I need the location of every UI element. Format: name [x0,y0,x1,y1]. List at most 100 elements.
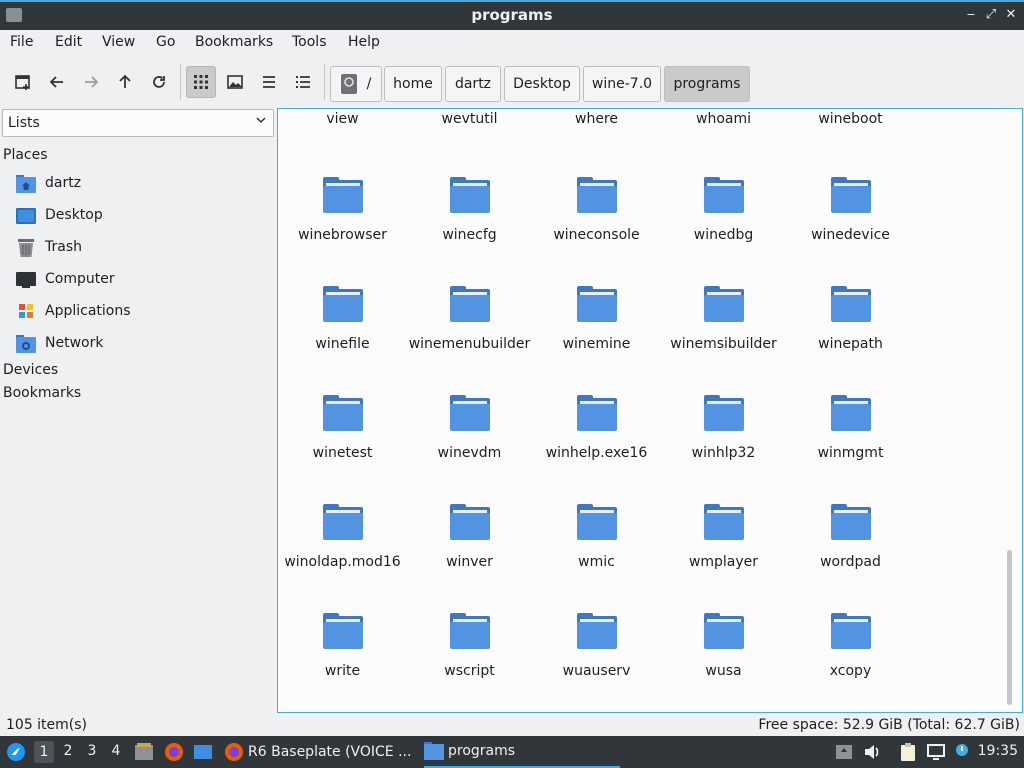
clock[interactable]: 19:35 [978,743,1018,759]
menu-tools[interactable]: Tools [292,34,327,50]
folder-item[interactable]: winedbg [661,177,786,244]
file-item[interactable]: wineboot [788,111,913,127]
folder-item[interactable]: wordpad [788,504,913,571]
folder-item[interactable]: winebrowser [280,177,405,244]
sidebar-item-computer[interactable]: Computer [16,269,266,293]
menu-bookmarks[interactable]: Bookmarks [195,34,273,50]
folder-item[interactable]: winemsibuilder [661,286,786,353]
sidebar-item-label: Trash [45,239,82,255]
window-title: programs [471,6,553,24]
folder-item[interactable]: winhlp32 [661,395,786,462]
folder-item[interactable]: winevdm [407,395,532,462]
sidebar-item-network[interactable]: Network [16,333,266,357]
volume-icon[interactable] [862,742,882,762]
path-label: Desktop [513,76,571,92]
folder-item[interactable]: winmgmt [788,395,913,462]
applications-icon [19,304,33,318]
workspace-2[interactable]: 2 [58,743,78,759]
task-programs[interactable]: programs [424,736,620,768]
folder-icon [322,613,363,649]
sidebar-item-applications[interactable]: Applications [16,301,266,325]
path-button-dartz[interactable]: dartz [445,66,501,102]
folder-item[interactable]: winefile [280,286,405,353]
folder-item[interactable]: winemenubuilder [407,286,532,353]
clipboard-icon[interactable] [898,742,918,762]
folder-item[interactable]: winepath [788,286,913,353]
minimize-button[interactable]: ‒ [962,6,980,24]
workspace-4[interactable]: 4 [106,743,126,759]
folder-name: wmplayer [688,554,759,570]
folder-item[interactable]: winemine [534,286,659,353]
devices-heading[interactable]: Devices [3,362,58,378]
title-bar[interactable]: programs ‒ ⤢ ✕ [0,0,1024,30]
file-item[interactable]: whoami [661,111,786,127]
menu-help[interactable]: Help [348,34,380,50]
folder-item[interactable]: wscript [407,613,532,680]
sidebar-item-desktop[interactable]: Desktop [16,205,266,229]
compact-view-button[interactable] [254,66,284,98]
sidebar-item-trash[interactable]: Trash [16,237,266,261]
thumbnail-view-button[interactable] [220,66,250,98]
folder-item[interactable]: xcopy [788,613,913,680]
computer-icon [16,272,36,288]
folder-name: winver [446,554,493,570]
forward-button[interactable] [76,66,106,98]
folder-item[interactable]: write [280,613,405,680]
folder-icon [449,286,490,322]
folder-item[interactable]: winoldap.mod16 [280,504,405,571]
file-view[interactable]: view wevtutil where whoami wineboot wine… [277,108,1023,713]
close-button[interactable]: ✕ [1002,6,1020,24]
folder-item[interactable]: winecfg [407,177,532,244]
path-button-home[interactable]: home [384,66,442,102]
menu-edit[interactable]: Edit [55,34,82,50]
sidebar-item-dartz[interactable]: dartz [16,173,266,197]
firefox-launcher-icon[interactable] [164,742,184,762]
file-item[interactable]: view [280,111,405,127]
folder-item[interactable]: winetest [280,395,405,462]
folder-item[interactable]: wusa [661,613,786,680]
notifications-icon[interactable] [834,742,854,762]
start-menu-icon[interactable] [6,742,26,762]
folder-icon [576,395,617,431]
icon-view-button[interactable] [186,66,216,98]
reload-button[interactable] [144,66,174,98]
new-tab-button[interactable] [8,66,38,98]
path-button-root[interactable]: / [330,66,382,102]
maximize-button[interactable]: ⤢ [982,6,1000,24]
menu-go[interactable]: Go [156,34,175,50]
detailed-list-view-button[interactable] [288,66,318,98]
path-label: / [366,76,372,92]
file-manager-launcher-icon[interactable] [134,742,154,762]
sidebar-item-label: Computer [45,271,115,287]
bookmarks-heading[interactable]: Bookmarks [3,385,81,401]
file-name: whoami [696,111,751,127]
back-button[interactable] [42,66,72,98]
menu-file[interactable]: File [10,34,33,50]
file-item[interactable]: wevtutil [407,111,532,127]
vertical-scrollbar-thumb[interactable] [1007,550,1012,705]
workspace-3[interactable]: 3 [82,743,102,759]
new-tab-icon [15,75,30,90]
task-firefox[interactable]: R6 Baseplate (VOICE ... [224,736,416,768]
folder-item[interactable]: winedevice [788,177,913,244]
folder-item[interactable]: wmic [534,504,659,571]
folder-item[interactable]: wmplayer [661,504,786,571]
path-button-wine-7-0[interactable]: wine-7.0 [583,66,661,102]
path-button-desktop[interactable]: Desktop [504,66,580,102]
folder-item[interactable]: winhelp.exe16 [534,395,659,462]
network-status-icon[interactable] [926,742,946,762]
places-heading[interactable]: Places [3,147,48,163]
menu-view[interactable]: View [102,34,135,50]
path-button-programs[interactable]: programs [664,66,750,102]
side-pane-mode-select[interactable]: Lists [2,109,274,137]
updates-icon[interactable] [952,742,972,762]
chevron-down-icon [255,114,267,129]
desktop-launcher-icon[interactable] [193,742,213,762]
folder-item[interactable]: winver [407,504,532,571]
compact-view-icon [263,76,275,88]
workspace-1[interactable]: 1 [34,741,54,763]
file-item[interactable]: where [534,111,659,127]
up-button[interactable] [110,66,140,98]
folder-item[interactable]: wineconsole [534,177,659,244]
folder-item[interactable]: wuauserv [534,613,659,680]
